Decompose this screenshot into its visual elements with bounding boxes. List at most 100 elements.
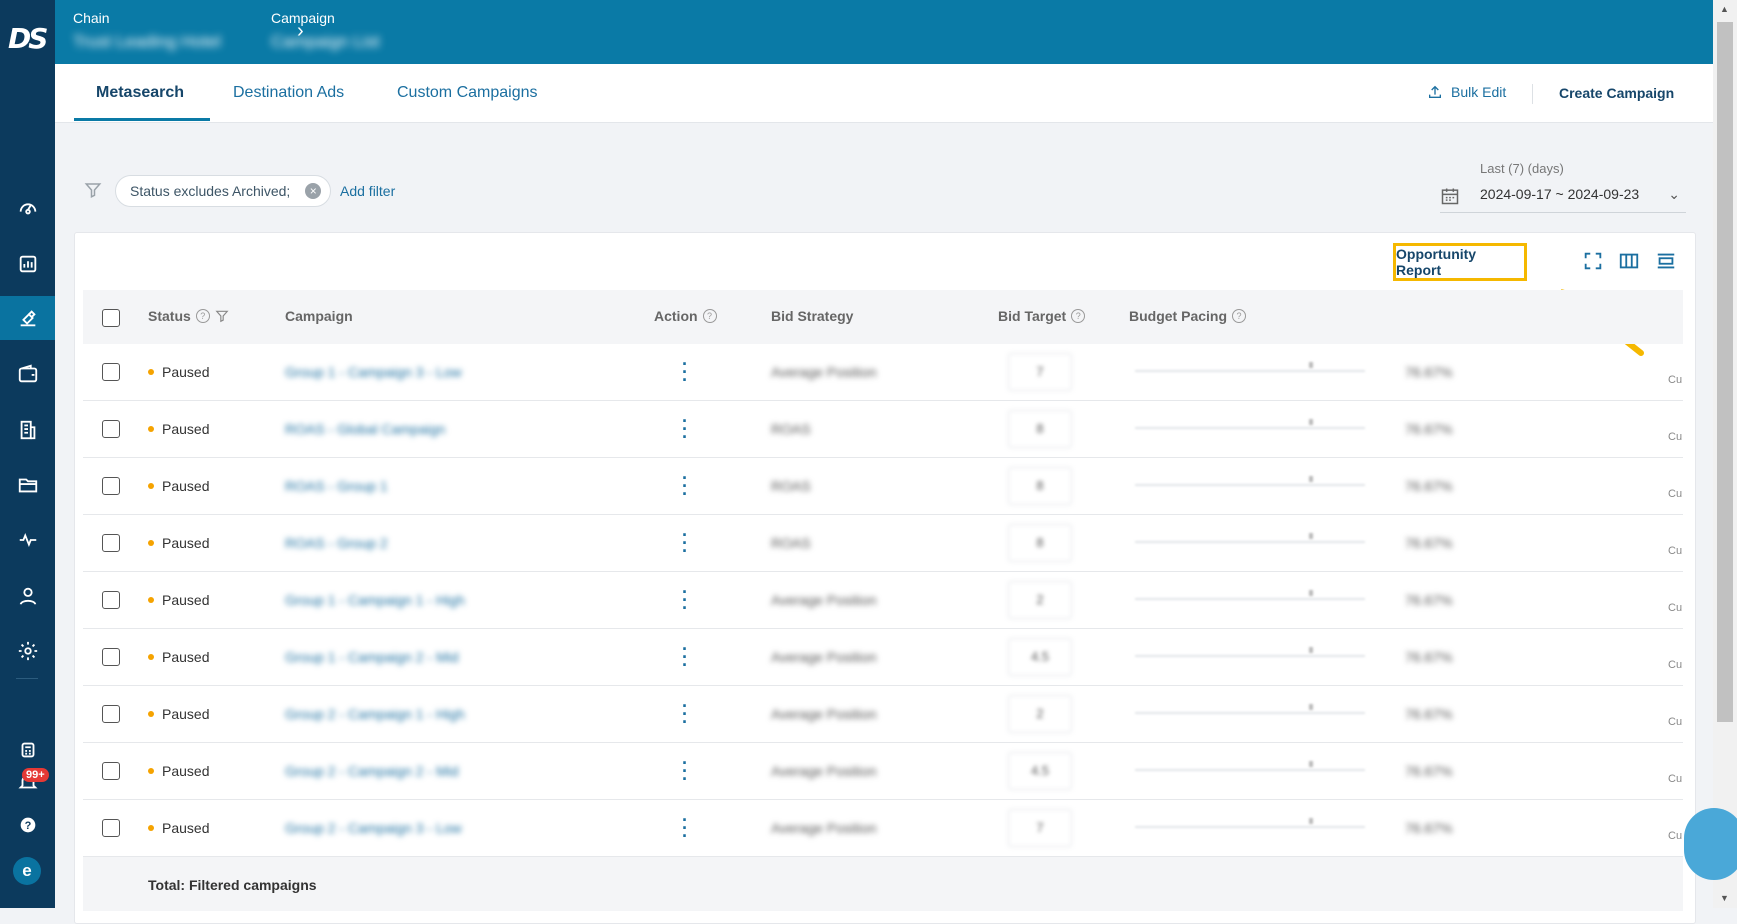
table-row[interactable]: Paused Group 1 - Campaign 1 - High · · · A…: [83, 572, 1683, 629]
table-row[interactable]: Paused ROAS - Global Campaign · · · ROAS 8…: [83, 401, 1683, 458]
bell-icon[interactable]: [0, 760, 55, 804]
settings-icon[interactable]: [0, 629, 55, 673]
scrollbar[interactable]: ▲ ▼: [1713, 0, 1737, 908]
bid-target-input[interactable]: 7: [1008, 353, 1072, 391]
table-row[interactable]: Paused ROAS - Group 1 · · · ROAS 8 76.67% …: [83, 458, 1683, 515]
table-row[interactable]: Paused ROAS - Group 2 · · · ROAS 8 76.67% …: [83, 515, 1683, 572]
fullscreen-icon[interactable]: [1582, 250, 1604, 272]
columns-icon[interactable]: [1618, 250, 1640, 272]
help-icon[interactable]: ?: [0, 803, 55, 847]
report-icon[interactable]: [0, 242, 55, 286]
app-logo[interactable]: DS: [8, 22, 48, 58]
help-icon[interactable]: ?: [195, 309, 210, 323]
filter-icon[interactable]: [215, 309, 229, 323]
truncated-cell: Cu: [1668, 602, 1683, 614]
user-icon[interactable]: [0, 574, 55, 618]
campaign-icon[interactable]: [0, 296, 55, 340]
campaign-link[interactable]: Group 1 - Campaign 2 - Mid: [285, 649, 459, 665]
row-checkbox[interactable]: [102, 648, 120, 666]
more-actions-icon[interactable]: · · ·: [681, 583, 689, 617]
bid-strategy-cell: Average Position: [771, 592, 877, 608]
scroll-down-icon[interactable]: ▼: [1720, 893, 1729, 903]
bulk-edit-button[interactable]: Bulk Edit: [1427, 84, 1506, 100]
more-actions-icon[interactable]: · · ·: [681, 811, 689, 845]
help-icon[interactable]: ?: [702, 309, 717, 323]
campaign-link[interactable]: Group 2 - Campaign 1 - High: [285, 706, 465, 722]
campaign-link[interactable]: Group 2 - Campaign 2 - Mid: [285, 763, 459, 779]
column-campaign[interactable]: Campaign: [285, 308, 353, 324]
tab-metasearch[interactable]: Metasearch: [96, 84, 184, 102]
row-checkbox[interactable]: [102, 363, 120, 381]
column-bid-target[interactable]: Bid Target ?: [998, 308, 1086, 324]
column-bid-strategy[interactable]: Bid Strategy: [771, 308, 853, 324]
date-range-picker[interactable]: 2024-09-17 ~ 2024-09-23 ⌄: [1440, 180, 1686, 213]
campaign-link[interactable]: ROAS - Group 1: [285, 478, 388, 494]
table-row[interactable]: Paused Group 1 - Campaign 2 - Mid · · · Av…: [83, 629, 1683, 686]
breadcrumb-campaign[interactable]: Campaign Campaign List: [271, 10, 380, 52]
table-row[interactable]: Paused Group 2 - Campaign 3 - Low · · · Av…: [83, 800, 1683, 857]
table-row[interactable]: Paused Group 2 - Campaign 1 - High · · · A…: [83, 686, 1683, 743]
building-icon[interactable]: [0, 408, 55, 452]
breadcrumb-chain[interactable]: Chain Trust Leading Hotel: [73, 10, 221, 52]
more-actions-icon[interactable]: · · ·: [681, 469, 689, 503]
column-budget-pacing[interactable]: Budget Pacing ?: [1129, 308, 1247, 324]
avatar[interactable]: e: [13, 857, 41, 885]
more-actions-icon[interactable]: · · ·: [681, 754, 689, 788]
scroll-up-icon[interactable]: ▲: [1720, 4, 1729, 14]
row-checkbox[interactable]: [102, 762, 120, 780]
add-filter-link[interactable]: Add filter: [340, 183, 395, 199]
row-checkbox[interactable]: [102, 591, 120, 609]
table-row[interactable]: Paused Group 2 - Campaign 2 - Mid · · · Av…: [83, 743, 1683, 800]
campaign-link[interactable]: Group 2 - Campaign 3 - Low: [285, 820, 462, 836]
bid-target-input[interactable]: 2: [1008, 695, 1072, 733]
campaign-link[interactable]: Group 1 - Campaign 3 - Low: [285, 364, 462, 380]
select-all-checkbox[interactable]: [102, 309, 120, 327]
budget-pacing-bar: [1135, 712, 1365, 714]
wallet-icon[interactable]: [0, 352, 55, 396]
row-checkbox[interactable]: [102, 534, 120, 552]
bid-target-input[interactable]: 8: [1008, 410, 1072, 448]
help-icon[interactable]: ?: [1232, 309, 1247, 323]
bid-target-input[interactable]: 7: [1008, 809, 1072, 847]
budget-pacing-marker: [1309, 761, 1313, 767]
budget-pacing-marker: [1309, 704, 1313, 710]
campaign-link[interactable]: ROAS - Group 2: [285, 535, 388, 551]
bid-target-input[interactable]: 8: [1008, 524, 1072, 562]
opportunity-report-button[interactable]: Opportunity Report: [1393, 243, 1527, 281]
column-status[interactable]: Status ?: [148, 308, 229, 324]
tab-custom-campaigns[interactable]: Custom Campaigns: [397, 84, 538, 102]
more-actions-icon[interactable]: · · ·: [681, 412, 689, 446]
dashboard-icon[interactable]: [0, 186, 55, 230]
close-icon[interactable]: ×: [305, 183, 322, 199]
more-actions-icon[interactable]: · · ·: [681, 640, 689, 674]
bid-strategy-cell: ROAS: [771, 535, 811, 551]
row-checkbox[interactable]: [102, 477, 120, 495]
bid-target-input[interactable]: 2: [1008, 581, 1072, 619]
more-actions-icon[interactable]: · · ·: [681, 697, 689, 731]
folder-icon[interactable]: [0, 463, 55, 507]
bid-strategy-cell: Average Position: [771, 649, 877, 665]
more-actions-icon[interactable]: · · ·: [681, 526, 689, 560]
campaign-link[interactable]: ROAS - Global Campaign: [285, 421, 445, 437]
bid-target-input[interactable]: 4.5: [1008, 752, 1072, 790]
notification-badge[interactable]: 99+: [22, 768, 49, 782]
row-checkbox[interactable]: [102, 705, 120, 723]
row-checkbox[interactable]: [102, 819, 120, 837]
scrollbar-thumb[interactable]: [1717, 22, 1733, 722]
table-row[interactable]: Paused Group 1 - Campaign 3 - Low · · · Av…: [83, 344, 1683, 401]
campaign-link[interactable]: Group 1 - Campaign 1 - High: [285, 592, 465, 608]
more-actions-icon[interactable]: · · ·: [681, 355, 689, 389]
filter-chip[interactable]: Status excludes Archived; ×: [115, 175, 332, 207]
chevron-down-icon: ⌄: [1668, 186, 1680, 202]
row-density-icon[interactable]: [1655, 250, 1677, 272]
bid-target-input[interactable]: 4.5: [1008, 638, 1072, 676]
create-campaign-button[interactable]: Create Campaign: [1559, 85, 1674, 101]
bid-target-input[interactable]: 8: [1008, 467, 1072, 505]
chat-widget-button[interactable]: [1684, 808, 1737, 880]
tab-destination-ads[interactable]: Destination Ads: [233, 84, 344, 102]
filter-icon[interactable]: [84, 181, 102, 199]
top-bar: Chain Trust Leading Hotel › Campaign Cam…: [55, 0, 1713, 64]
activity-icon[interactable]: [0, 518, 55, 562]
help-icon[interactable]: ?: [1071, 309, 1086, 323]
row-checkbox[interactable]: [102, 420, 120, 438]
